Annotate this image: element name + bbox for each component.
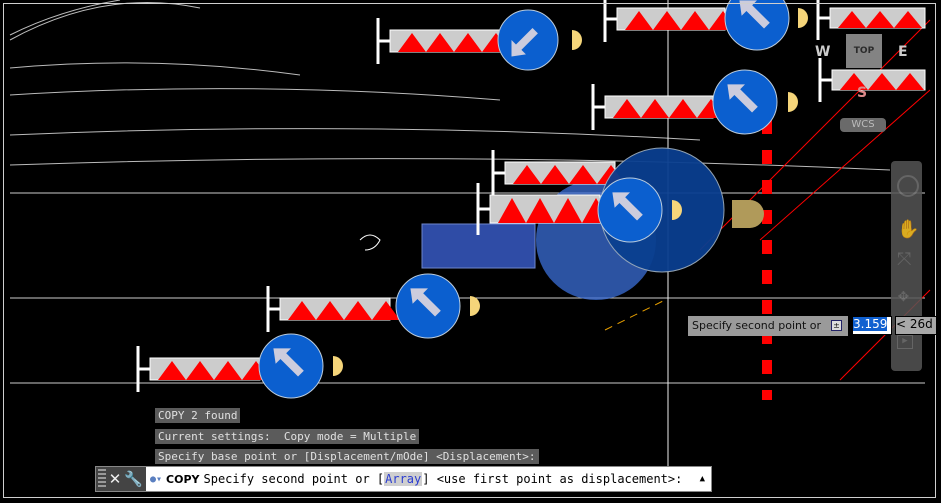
- distance-input[interactable]: 3.159: [852, 316, 892, 335]
- orbit-icon[interactable]: ✥: [898, 285, 909, 306]
- steering-wheel-icon[interactable]: [897, 175, 919, 197]
- history-line: Current settings: Copy mode = Multiple: [155, 429, 420, 444]
- x-icon[interactable]: ✕: [106, 470, 124, 488]
- options-down-icon[interactable]: ±: [831, 320, 842, 331]
- autocad-drawing-area[interactable]: W E S TOP WCS ✋ ⤧ ✥ ▶ COPY 2 found Curre…: [0, 0, 941, 503]
- command-prompt-end: ] <use first point as displacement>:: [422, 472, 683, 486]
- wrench-icon[interactable]: 🔧: [124, 470, 143, 488]
- drag-handle[interactable]: [98, 469, 106, 489]
- ucs-menu[interactable]: WCS: [840, 118, 886, 132]
- navigation-bar[interactable]: ✋ ⤧ ✥ ▶: [891, 161, 922, 371]
- dynamic-input-prompt: Specify second point or ±: [688, 316, 848, 336]
- showmotion-icon[interactable]: ▶: [897, 335, 913, 349]
- command-input[interactable]: ●▾ COPY Specify second point or [Array] …: [146, 467, 711, 491]
- command-name: COPY: [166, 472, 200, 486]
- recent-commands-icon[interactable]: ●▾: [150, 474, 162, 485]
- history-line: Specify base point or [Displacement/mOde…: [155, 449, 539, 464]
- dynamic-prompt-text: Specify second point or: [692, 319, 822, 332]
- zoom-extents-icon[interactable]: ⤧: [897, 249, 911, 270]
- command-line[interactable]: ✕ 🔧 ●▾ COPY Specify second point or [Arr…: [95, 466, 712, 492]
- viewcube-east[interactable]: E: [898, 44, 908, 60]
- array-option[interactable]: Array: [384, 472, 423, 486]
- angle-input[interactable]: < 26d: [895, 316, 937, 335]
- viewport-border: [3, 3, 936, 498]
- history-toggle-icon[interactable]: ▲: [700, 474, 705, 484]
- viewcube-top[interactable]: TOP: [846, 34, 882, 68]
- history-line: COPY 2 found: [155, 408, 241, 423]
- viewcube-south[interactable]: S: [857, 85, 867, 101]
- pan-hand-icon[interactable]: ✋: [897, 219, 919, 240]
- viewcube-west[interactable]: W: [815, 44, 830, 60]
- command-prompt: Specify second point or [: [203, 472, 385, 486]
